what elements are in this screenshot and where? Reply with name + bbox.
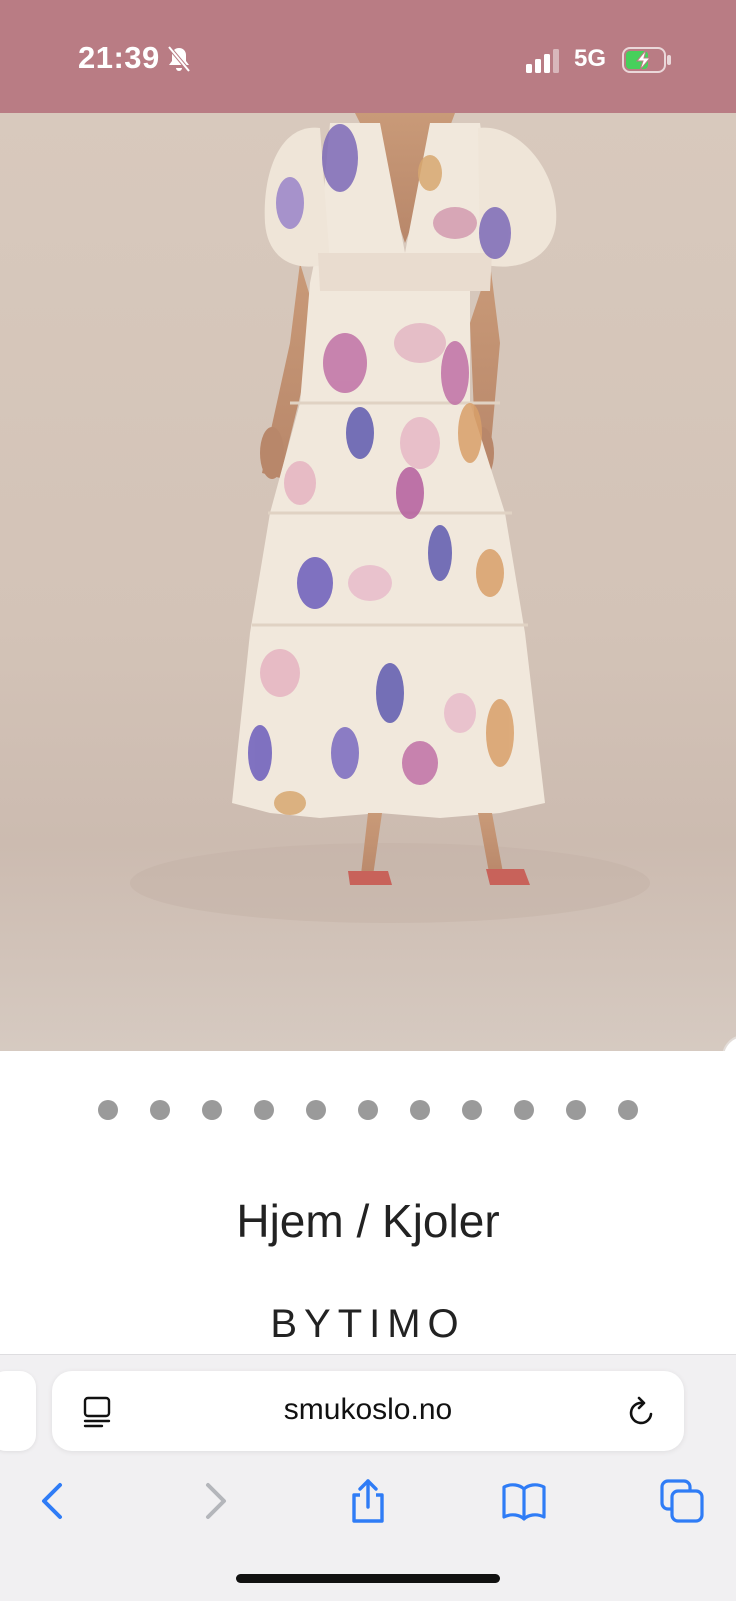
signal-icon [526,49,559,73]
gallery-pagination [0,1100,736,1124]
brand-name[interactable]: BYTIMO [0,1302,736,1347]
status-bar: 21:39 5G [0,0,736,113]
reload-icon[interactable] [626,1395,658,1429]
bookmarks-icon[interactable] [500,1477,548,1525]
gallery-dot[interactable] [150,1100,170,1120]
home-indicator[interactable] [236,1574,500,1583]
url-text[interactable]: smukoslo.no [52,1393,684,1427]
gallery-dot[interactable] [358,1100,378,1120]
previous-tab-preview[interactable] [0,1371,36,1451]
gallery-dot[interactable] [202,1100,222,1120]
product-image[interactable] [0,113,736,1051]
forward-icon[interactable] [190,1477,238,1525]
gallery-dot[interactable] [254,1100,274,1120]
gallery-dot[interactable] [410,1100,430,1120]
gallery-dot[interactable] [462,1100,482,1120]
gallery-dot[interactable] [566,1100,586,1120]
breadcrumb[interactable]: Hjem / Kjoler [0,1194,736,1248]
bell-slash-icon [167,45,191,73]
battery-charging-icon [622,47,671,73]
gallery-dot[interactable] [514,1100,534,1120]
address-bar[interactable]: smukoslo.no [52,1371,684,1451]
gallery-dot[interactable] [98,1100,118,1120]
share-icon[interactable] [344,1477,392,1525]
status-time: 21:39 [78,40,160,75]
dress-illustration [130,113,650,923]
tabs-icon[interactable] [658,1477,706,1525]
gallery-dot[interactable] [306,1100,326,1120]
browser-toolbar: smukoslo.no [0,1354,736,1601]
browser-nav-row [0,1477,736,1533]
gallery-dot[interactable] [618,1100,638,1120]
network-label: 5G [574,45,607,72]
back-icon[interactable] [30,1477,78,1525]
